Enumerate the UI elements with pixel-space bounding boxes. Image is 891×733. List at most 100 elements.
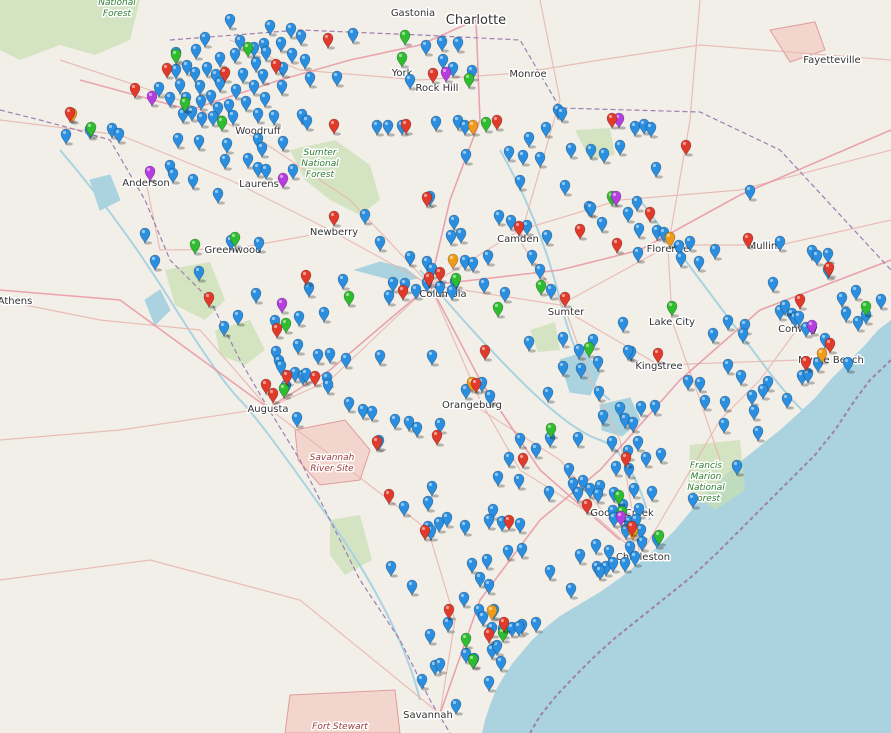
blue-map-marker[interactable] <box>495 655 508 673</box>
blue-map-marker[interactable] <box>287 163 300 181</box>
red-map-marker[interactable] <box>517 452 530 470</box>
blue-map-marker[interactable] <box>534 151 547 169</box>
blue-map-marker[interactable] <box>276 79 289 97</box>
blue-map-marker[interactable] <box>606 435 619 453</box>
blue-map-marker[interactable] <box>416 673 429 691</box>
blue-map-marker[interactable] <box>655 447 668 465</box>
blue-map-marker[interactable] <box>610 460 623 478</box>
blue-map-marker[interactable] <box>291 411 304 429</box>
blue-map-marker[interactable] <box>250 287 263 305</box>
blue-map-marker[interactable] <box>875 293 888 311</box>
blue-map-marker[interactable] <box>139 227 152 245</box>
blue-map-marker[interactable] <box>60 128 73 146</box>
blue-map-marker[interactable] <box>252 107 265 125</box>
blue-map-marker[interactable] <box>422 495 435 513</box>
blue-map-marker[interactable] <box>441 511 454 529</box>
blue-map-marker[interactable] <box>293 310 306 328</box>
blue-map-marker[interactable] <box>406 579 419 597</box>
orange-map-marker[interactable] <box>447 253 460 271</box>
blue-map-marker[interactable] <box>187 173 200 191</box>
red-map-marker[interactable] <box>300 269 313 287</box>
blue-map-marker[interactable] <box>459 519 472 537</box>
map-canvas[interactable]: National ForestSumter National ForestFranci… <box>0 0 891 733</box>
blue-map-marker[interactable] <box>718 417 731 435</box>
blue-map-marker[interactable] <box>343 396 356 414</box>
blue-map-marker[interactable] <box>481 553 494 571</box>
blue-map-marker[interactable] <box>514 432 527 450</box>
blue-map-marker[interactable] <box>722 358 735 376</box>
blue-map-marker[interactable] <box>359 208 372 226</box>
purple-map-marker[interactable] <box>277 172 290 190</box>
blue-map-marker[interactable] <box>632 246 645 264</box>
blue-map-marker[interactable] <box>240 95 253 113</box>
red-map-marker[interactable] <box>267 387 280 405</box>
blue-map-marker[interactable] <box>237 67 250 85</box>
blue-map-marker[interactable] <box>304 71 317 89</box>
blue-map-marker[interactable] <box>517 149 530 167</box>
blue-map-marker[interactable] <box>516 542 529 560</box>
blue-map-marker[interactable] <box>374 349 387 367</box>
red-map-marker[interactable] <box>574 223 587 241</box>
blue-map-marker[interactable] <box>523 131 536 149</box>
blue-map-marker[interactable] <box>514 517 527 535</box>
blue-map-marker[interactable] <box>292 338 305 356</box>
blue-map-marker[interactable] <box>556 106 569 124</box>
blue-map-marker[interactable] <box>299 53 312 71</box>
blue-map-marker[interactable] <box>194 79 207 97</box>
blue-map-marker[interactable] <box>530 442 543 460</box>
blue-map-marker[interactable] <box>436 35 449 53</box>
blue-map-marker[interactable] <box>737 327 750 345</box>
blue-map-marker[interactable] <box>257 68 270 86</box>
blue-map-marker[interactable] <box>221 137 234 155</box>
blue-map-marker[interactable] <box>744 184 757 202</box>
red-map-marker[interactable] <box>823 261 836 279</box>
blue-map-marker[interactable] <box>371 119 384 137</box>
blue-map-marker[interactable] <box>682 374 695 392</box>
blue-map-marker[interactable] <box>214 51 227 69</box>
blue-map-marker[interactable] <box>574 548 587 566</box>
blue-map-marker[interactable] <box>452 36 465 54</box>
blue-map-marker[interactable] <box>398 500 411 518</box>
blue-map-marker[interactable] <box>781 392 794 410</box>
blue-map-marker[interactable] <box>259 91 272 109</box>
blue-map-marker[interactable] <box>324 347 337 365</box>
blue-map-marker[interactable] <box>850 284 863 302</box>
purple-map-marker[interactable] <box>276 297 289 315</box>
blue-map-marker[interactable] <box>277 135 290 153</box>
blue-map-marker[interactable] <box>426 480 439 498</box>
blue-map-marker[interactable] <box>514 174 527 192</box>
blue-map-marker[interactable] <box>374 235 387 253</box>
blue-map-marker[interactable] <box>632 435 645 453</box>
blue-map-marker[interactable] <box>693 255 706 273</box>
blue-map-marker[interactable] <box>404 250 417 268</box>
blue-map-marker[interactable] <box>502 544 515 562</box>
blue-map-marker[interactable] <box>149 254 162 272</box>
blue-map-marker[interactable] <box>420 39 433 57</box>
blue-map-marker[interactable] <box>483 675 496 693</box>
blue-map-marker[interactable] <box>260 45 273 63</box>
blue-map-marker[interactable] <box>836 291 849 309</box>
blue-map-marker[interactable] <box>748 404 761 422</box>
blue-map-marker[interactable] <box>499 286 512 304</box>
blue-map-marker[interactable] <box>709 243 722 261</box>
blue-map-marker[interactable] <box>646 485 659 503</box>
blue-map-marker[interactable] <box>557 331 570 349</box>
blue-map-marker[interactable] <box>190 43 203 61</box>
red-map-marker[interactable] <box>680 139 693 157</box>
blue-map-marker[interactable] <box>219 153 232 171</box>
blue-map-marker[interactable] <box>493 209 506 227</box>
red-map-marker[interactable] <box>611 237 624 255</box>
blue-map-marker[interactable] <box>264 19 277 37</box>
blue-map-marker[interactable] <box>482 249 495 267</box>
blue-map-marker[interactable] <box>585 201 598 219</box>
blue-map-marker[interactable] <box>563 462 576 480</box>
blue-map-marker[interactable] <box>167 167 180 185</box>
blue-map-marker[interactable] <box>389 413 402 431</box>
red-map-marker[interactable] <box>503 514 516 532</box>
blue-map-marker[interactable] <box>543 485 556 503</box>
blue-map-marker[interactable] <box>196 111 209 129</box>
blue-map-marker[interactable] <box>172 132 185 150</box>
blue-map-marker[interactable] <box>275 36 288 54</box>
green-map-marker[interactable] <box>480 116 493 134</box>
red-map-marker[interactable] <box>644 206 657 224</box>
